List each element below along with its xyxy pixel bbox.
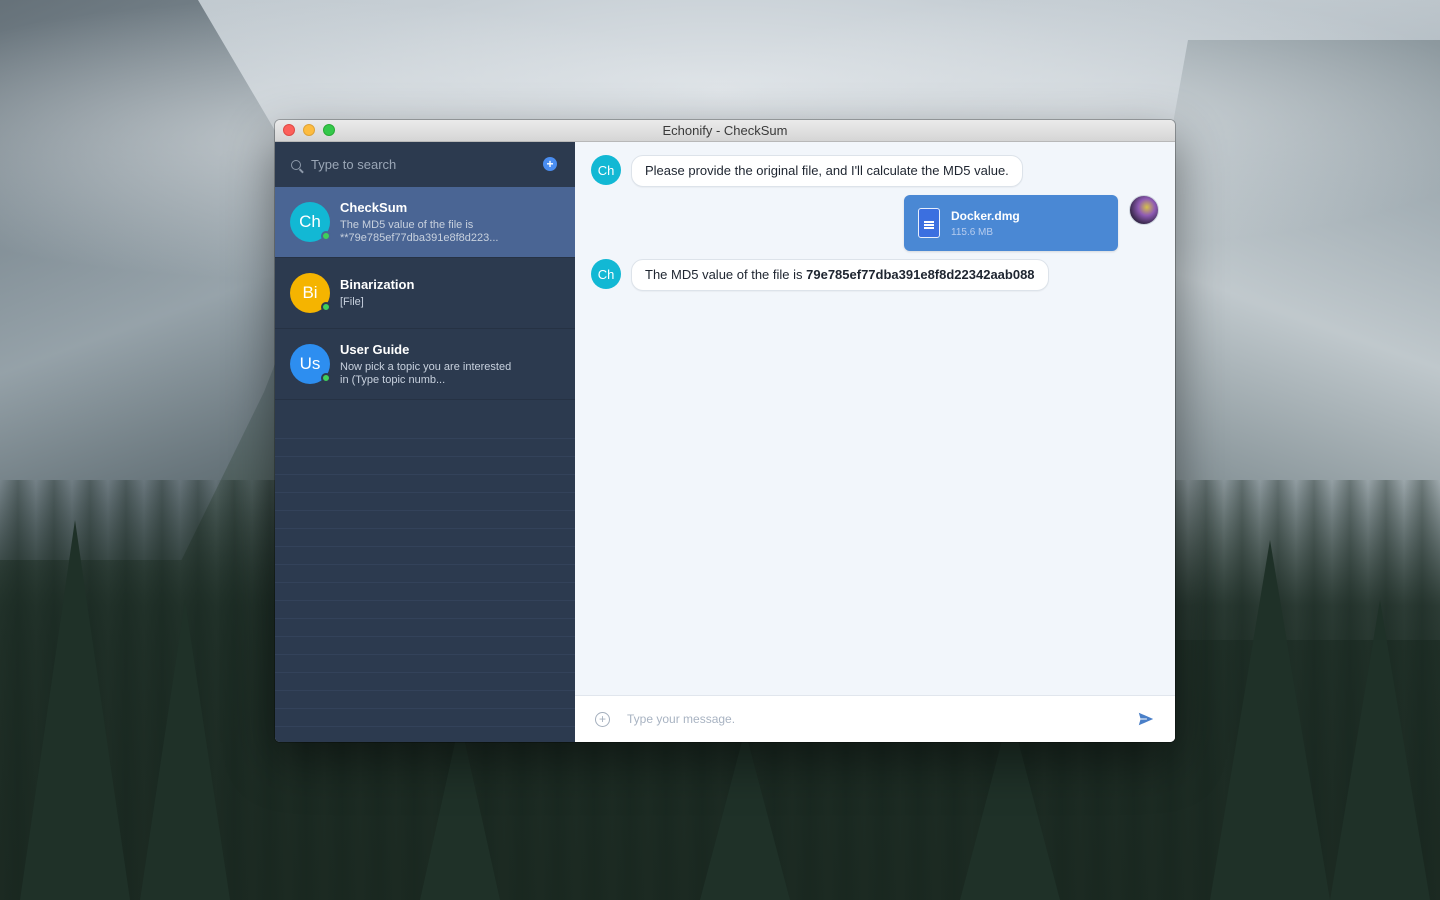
- conversation-item-checksum[interactable]: Ch CheckSum The MD5 value of the file is…: [275, 187, 575, 258]
- bot-avatar: Ch: [591, 259, 621, 289]
- close-button[interactable]: [283, 124, 295, 136]
- conversation-name: Binarization: [340, 277, 415, 292]
- message-row: Docker.dmg 115.6 MB: [591, 195, 1159, 251]
- message-input[interactable]: [627, 712, 1137, 726]
- minimize-button[interactable]: [303, 124, 315, 136]
- file-attachment[interactable]: Docker.dmg 115.6 MB: [904, 195, 1118, 251]
- chat-panel: Ch Please provide the original file, and…: [575, 142, 1175, 742]
- message-list[interactable]: Ch Please provide the original file, and…: [575, 142, 1175, 695]
- message-row: Ch The MD5 value of the file is 79e785ef…: [591, 259, 1159, 291]
- conversation-preview: [File]: [340, 296, 364, 308]
- user-avatar: [1129, 195, 1159, 225]
- message-bubble: The MD5 value of the file is 79e785ef77d…: [631, 259, 1049, 291]
- add-attachment-icon[interactable]: +: [595, 711, 610, 727]
- online-status-icon: [321, 373, 331, 383]
- add-conversation-icon[interactable]: +: [543, 157, 557, 171]
- conversation-preview: Now pick a topic you are interested in (…: [340, 360, 512, 386]
- message-bubble: Please provide the original file, and I'…: [631, 155, 1023, 187]
- window-controls: [283, 124, 335, 136]
- empty-list-area: [275, 421, 575, 742]
- search-icon: [291, 159, 301, 170]
- message-composer: +: [575, 695, 1175, 742]
- conversation-preview: The MD5 value of the file is **79e785ef7…: [340, 218, 499, 244]
- online-status-icon: [321, 302, 331, 312]
- message-text: The MD5 value of the file is: [645, 267, 807, 282]
- title-bar[interactable]: Echonify - CheckSum: [275, 120, 1175, 142]
- conversation-item-binarization[interactable]: Bi Binarization [File]: [275, 258, 575, 329]
- online-status-icon: [321, 231, 331, 241]
- conversation-name: User Guide: [340, 341, 410, 357]
- search-bar: +: [275, 142, 575, 187]
- app-window: Echonify - CheckSum + Ch CheckSum The MD…: [275, 120, 1175, 742]
- message-row: Ch Please provide the original file, and…: [591, 155, 1159, 187]
- document-icon: [918, 208, 940, 238]
- file-name: Docker.dmg: [951, 208, 1020, 223]
- file-size: 115.6 MB: [951, 226, 994, 238]
- send-icon[interactable]: [1137, 710, 1155, 728]
- sidebar: + Ch CheckSum The MD5 value of the file …: [275, 142, 575, 742]
- conversation-name: CheckSum: [340, 199, 408, 215]
- md5-hash: 79e785ef77dba391e8f8d22342aab088: [806, 267, 1035, 282]
- window-title: Echonify - CheckSum: [662, 123, 788, 138]
- zoom-button[interactable]: [323, 124, 335, 136]
- conversation-item-user-guide[interactable]: Us User Guide Now pick a topic you are i…: [275, 329, 575, 400]
- bot-avatar: Ch: [591, 155, 621, 185]
- search-input[interactable]: [311, 157, 531, 172]
